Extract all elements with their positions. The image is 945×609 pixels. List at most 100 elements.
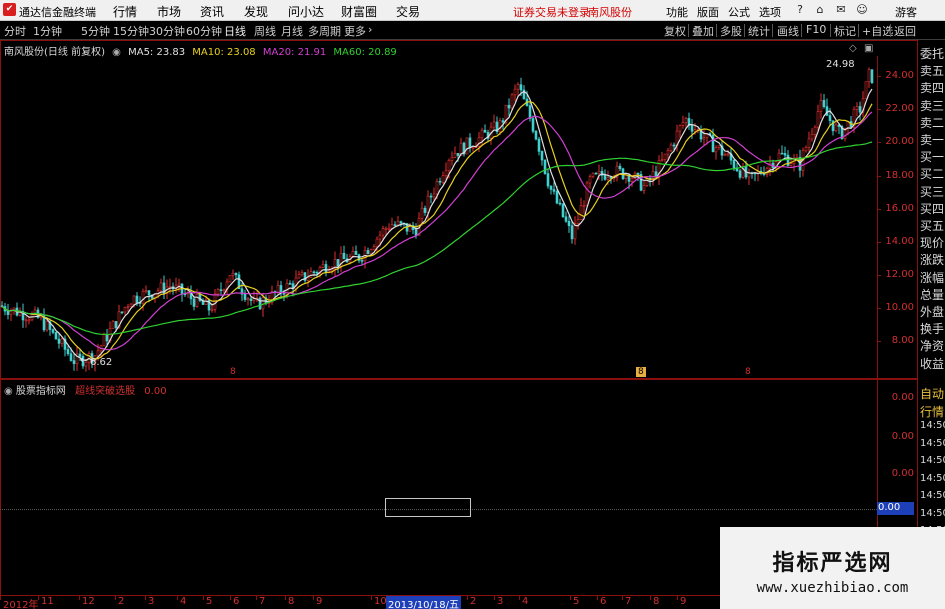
menu-options[interactable]: 选项 [759, 4, 781, 20]
candle-body [351, 251, 355, 257]
date-tick: 9 [316, 596, 323, 607]
divider [858, 24, 859, 37]
menu-function[interactable]: 功能 [666, 4, 688, 20]
login-notice[interactable]: 证券交易未登录 [513, 4, 590, 20]
period-tab-weekly[interactable]: 周线 [254, 23, 276, 39]
date-axis: 2012年111223456789101223456789 2013/10/18… [0, 595, 720, 609]
toolbar-stats[interactable]: 统计 [748, 23, 770, 39]
candle-body [96, 350, 100, 357]
candle-body [603, 175, 607, 180]
date-tick: 10 [374, 596, 387, 607]
toolbar-overlay[interactable]: 叠加 [692, 23, 714, 39]
candle-body [531, 118, 535, 132]
tick-time: 14:50 [920, 472, 945, 484]
period-tab-more[interactable]: 更多 [344, 23, 366, 39]
low-price-label: 6.62 [90, 357, 113, 368]
period-tab-1min[interactable]: 1分钟 [33, 23, 62, 39]
candlestick-chart[interactable] [0, 56, 877, 378]
date-tick-mark [570, 596, 571, 600]
menu-layout[interactable]: 版面 [697, 4, 719, 20]
candle-body [606, 177, 610, 180]
pin-icon[interactable]: ◇ [849, 43, 857, 54]
event-marker[interactable]: 8 [230, 367, 236, 377]
toolbar-f10[interactable]: F10 [806, 23, 826, 36]
candle-body [27, 319, 31, 322]
candle-body [45, 321, 49, 331]
event-marker[interactable]: 8 [636, 367, 646, 377]
menu-trade[interactable]: 交易 [396, 3, 420, 20]
toolbar-multistock[interactable]: 多股 [720, 23, 742, 39]
candle-body [693, 129, 697, 132]
candle-body [480, 129, 484, 139]
period-tab-monthly[interactable]: 月线 [281, 23, 303, 39]
date-tick-mark [256, 596, 257, 600]
menu-market[interactable]: 市场 [157, 3, 181, 20]
app-name: 通达信金融终端 [19, 6, 96, 19]
menu-formula[interactable]: 公式 [728, 4, 750, 20]
toolbar-add-watchlist[interactable]: +自选 [862, 23, 893, 39]
candle-body [519, 84, 523, 91]
date-tick-mark [285, 596, 286, 600]
period-tab-15min[interactable]: 15分钟 [113, 23, 149, 39]
candle-body [366, 250, 370, 255]
candle-body [822, 100, 826, 107]
event-marker[interactable]: 8 [745, 367, 751, 377]
date-tick-mark [467, 596, 468, 600]
candle-body [834, 124, 838, 132]
date-tick: 3 [497, 596, 504, 607]
panel-tab[interactable]: 自动 [920, 385, 944, 402]
home-icon[interactable]: ⌂ [813, 3, 827, 17]
menu-discover[interactable]: 发现 [244, 3, 268, 20]
settings-icon[interactable]: ◉ [4, 386, 13, 397]
candle-body [618, 165, 622, 170]
candle-body [312, 271, 316, 274]
candle-body [129, 303, 133, 307]
menu-ask[interactable]: 问小达 [288, 3, 324, 20]
candle-body [396, 221, 400, 226]
date-tick: 8 [653, 596, 660, 607]
period-tab-daily[interactable]: 日线 [224, 23, 246, 39]
candle-body [858, 106, 862, 113]
candle-body [222, 289, 226, 292]
menu-quotes[interactable]: 行情 [113, 3, 137, 20]
stock-notice[interactable]: 南风股份 [588, 4, 632, 20]
mail-icon[interactable]: ✉ [834, 3, 848, 17]
toolbar-draw[interactable]: 画线 [777, 23, 799, 39]
toolbar-back[interactable]: 返回 [894, 23, 916, 39]
quote-field-label: 换手 [920, 322, 945, 337]
candle-body [588, 176, 592, 184]
panel-toggle-icon[interactable]: ▣ [864, 43, 873, 54]
period-tab-30min[interactable]: 30分钟 [149, 23, 185, 39]
panel-tab[interactable]: 行情 [920, 403, 944, 420]
date-tick: 7 [259, 596, 266, 607]
menu-wealth[interactable]: 财富圈 [341, 3, 377, 20]
candle-body [804, 146, 808, 152]
candle-body [582, 205, 586, 207]
quote-field-label: 卖五 [920, 64, 945, 79]
toolbar-fuquan[interactable]: 复权 [664, 23, 686, 39]
period-tab-60min[interactable]: 60分钟 [186, 23, 222, 39]
y-axis-tick-mark [877, 209, 881, 210]
period-tab-timeshare[interactable]: 分时 [4, 23, 26, 39]
user-icon[interactable]: ☺ [855, 3, 869, 17]
toolbar-mark[interactable]: 标记 [834, 23, 856, 39]
help-icon[interactable]: ? [793, 3, 807, 17]
divider [801, 24, 802, 37]
candle-body [66, 349, 70, 355]
chevron-right-icon[interactable]: › [368, 23, 372, 36]
candle-body [375, 238, 379, 248]
indicator-name[interactable]: 超线突破选股 [75, 386, 135, 397]
y-axis-tick: 18.00 [885, 170, 914, 181]
tick-time: 14:50 [920, 507, 945, 519]
guest-label[interactable]: 游客 [895, 4, 917, 20]
menu-info[interactable]: 资讯 [200, 3, 224, 20]
y-axis-tick-mark [877, 142, 881, 143]
quote-field-label: 卖二 [920, 115, 945, 130]
date-tick-mark [519, 596, 520, 600]
candle-body [546, 173, 550, 187]
candle-body [681, 121, 685, 126]
period-tab-multi[interactable]: 多周期 [308, 23, 341, 39]
period-tab-5min[interactable]: 5分钟 [81, 23, 110, 39]
selection-box[interactable] [385, 498, 471, 517]
sub-y-tick: 0.00 [891, 431, 914, 442]
